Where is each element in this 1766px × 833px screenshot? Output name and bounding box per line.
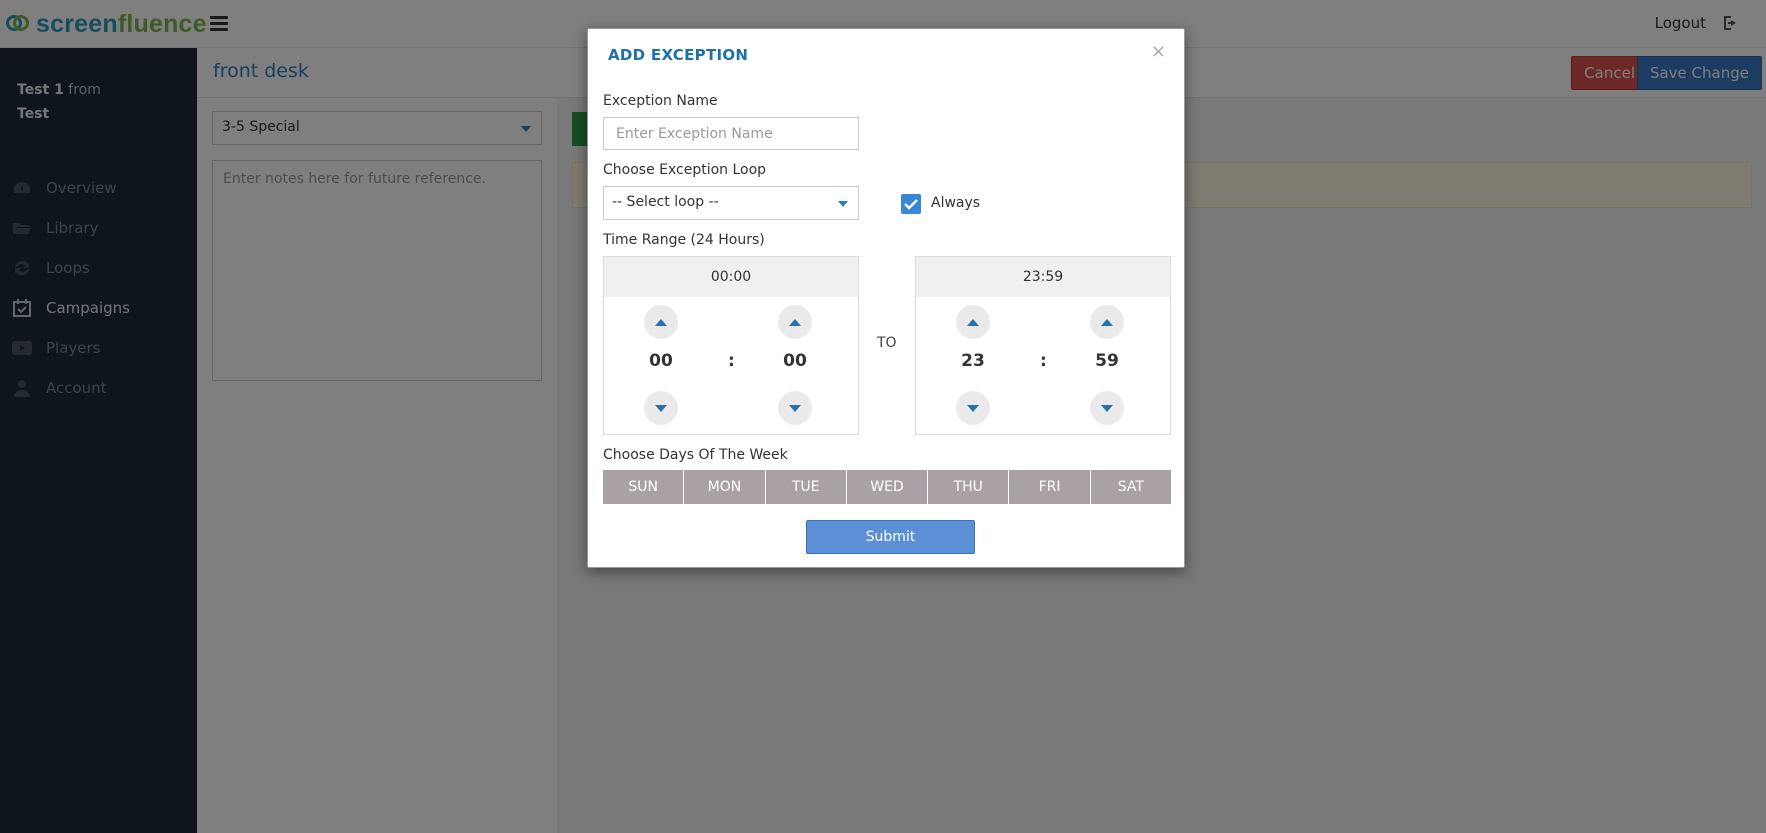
start-minute-down-button[interactable]	[778, 391, 812, 425]
end-minutes-value[interactable]: 59	[1087, 351, 1127, 371]
caret-up-icon	[1101, 318, 1113, 326]
start-hours-value[interactable]: 00	[641, 351, 681, 371]
caret-down-icon	[789, 404, 801, 412]
days-of-week-selector: SUN MON TUE WED THU FRI SAT	[603, 470, 1171, 504]
time-separator: :	[1040, 351, 1047, 371]
day-button-thu[interactable]: THU	[928, 470, 1010, 504]
day-button-tue[interactable]: TUE	[765, 470, 847, 504]
start-hour-down-button[interactable]	[644, 391, 678, 425]
caret-up-icon	[789, 318, 801, 326]
day-button-sun[interactable]: SUN	[603, 470, 685, 504]
time-range-label: Time Range (24 Hours)	[603, 232, 765, 248]
always-label: Always	[931, 195, 981, 211]
day-button-sat[interactable]: SAT	[1090, 470, 1171, 504]
caret-down-icon	[838, 201, 848, 207]
day-button-wed[interactable]: WED	[846, 470, 929, 504]
caret-down-icon	[655, 404, 667, 412]
close-icon[interactable]: ×	[1151, 41, 1166, 62]
caret-down-icon	[1101, 404, 1113, 412]
caret-up-icon	[655, 318, 667, 326]
end-hours-value[interactable]: 23	[953, 351, 993, 371]
exception-name-label: Exception Name	[603, 93, 718, 109]
exception-loop-select[interactable]: -- Select loop --	[603, 186, 859, 220]
caret-up-icon	[967, 318, 979, 326]
end-time-display: 23:59	[916, 257, 1170, 297]
end-hour-down-button[interactable]	[956, 391, 990, 425]
end-hour-up-button[interactable]	[956, 305, 990, 339]
submit-button[interactable]: Submit	[806, 520, 975, 554]
end-time-picker: 23:59 23 : 59	[915, 256, 1171, 435]
start-minutes-value[interactable]: 00	[775, 351, 815, 371]
start-minute-up-button[interactable]	[778, 305, 812, 339]
always-checkbox[interactable]	[901, 194, 921, 214]
loop-select-value: -- Select loop --	[612, 194, 719, 210]
add-exception-modal: ADD EXCEPTION × Exception Name Choose Ex…	[587, 28, 1185, 568]
end-minute-up-button[interactable]	[1090, 305, 1124, 339]
start-time-display: 00:00	[604, 257, 858, 297]
days-of-week-label: Choose Days Of The Week	[603, 447, 788, 463]
exception-name-input[interactable]	[603, 117, 859, 150]
exception-loop-label: Choose Exception Loop	[603, 162, 767, 178]
day-button-mon[interactable]: MON	[684, 470, 766, 504]
end-minute-down-button[interactable]	[1090, 391, 1124, 425]
time-separator: :	[728, 351, 735, 371]
modal-title: ADD EXCEPTION	[608, 46, 749, 64]
caret-down-icon	[967, 404, 979, 412]
start-time-picker: 00:00 00 : 00	[603, 256, 859, 435]
check-icon	[904, 199, 918, 210]
start-hour-up-button[interactable]	[644, 305, 678, 339]
to-label: TO	[877, 335, 897, 351]
day-button-fri[interactable]: FRI	[1009, 470, 1091, 504]
